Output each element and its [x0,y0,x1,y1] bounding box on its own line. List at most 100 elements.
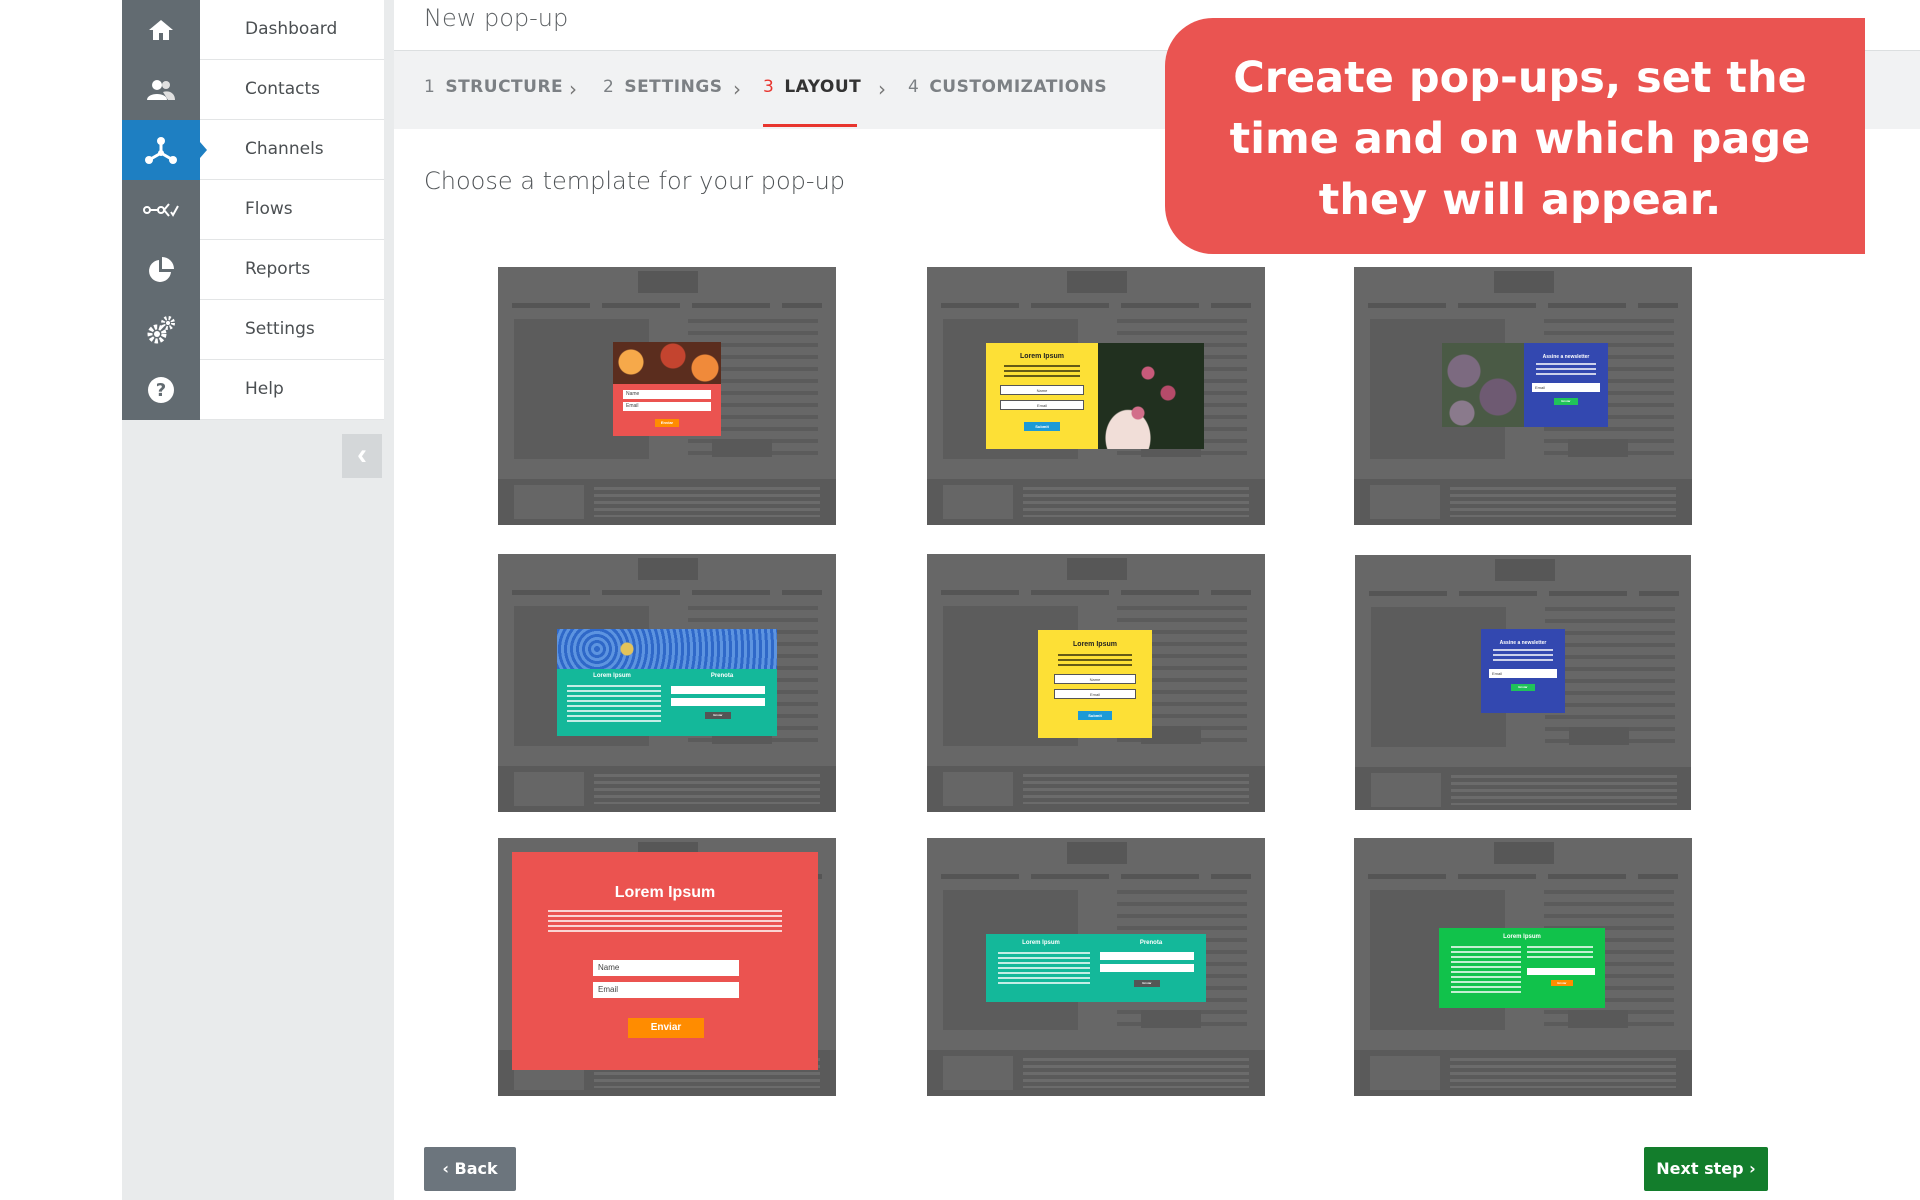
submit-button: Submit [1078,711,1112,720]
submit-button: Enviar [705,712,731,719]
popup-title: Lorem Ipsum [1073,641,1117,648]
submit-button: Enviar [628,1018,704,1038]
popup-preview: Lorem Ipsum Prenota Enviar [557,629,777,736]
sidebar-item-settings[interactable]: Settings [122,300,384,360]
sidebar-item-reports[interactable]: Reports [122,240,384,300]
email-field: Email [623,402,711,411]
mock-nav [1368,303,1678,308]
step-layout[interactable]: 3 LAYOUT [763,77,861,97]
popup-preview: Lorem Ipsum Enviar [1439,928,1605,1008]
input-field [671,698,765,706]
template-card-8[interactable]: Lorem Ipsum Prenota Enviar [927,838,1265,1096]
back-button[interactable]: ‹ Back [424,1147,516,1191]
sidebar-item-label: Dashboard [200,0,384,60]
reports-icon [122,240,200,300]
submit-button: Enviar [1134,980,1160,987]
sidebar-item-dashboard[interactable]: Dashboard [122,0,384,60]
mock-header [1067,271,1127,293]
template-card-9[interactable]: Lorem Ipsum Enviar [1354,838,1692,1096]
sidebar-item-help[interactable]: ? Help [122,360,384,420]
template-card-1[interactable]: Name Email Enviar [498,267,836,525]
mock-footer [498,766,836,812]
mock-header [1067,842,1127,864]
step-customizations[interactable]: 4 CUSTOMIZATIONS [908,77,1107,97]
chevron-right-icon: › [878,77,886,101]
template-card-5[interactable]: Lorem Ipsum Name Email Submit [927,554,1265,812]
name-field: Name [1054,674,1136,684]
step-number: 1 [424,77,436,97]
mock-header [638,271,698,293]
popup-title: Lorem Ipsum [1503,934,1541,940]
help-icon: ? [122,360,200,420]
mock-button [712,439,772,457]
email-field: Email [1489,669,1557,678]
next-step-button[interactable]: Next step › [1644,1147,1768,1191]
template-card-4[interactable]: Lorem Ipsum Prenota Enviar [498,554,836,812]
popup-text [998,952,1090,986]
sidebar-item-channels[interactable]: Channels [122,120,384,180]
section-subtitle: Choose a template for your pop-up [424,167,846,195]
svg-text:?: ? [156,380,166,401]
mock-footer [927,1050,1265,1096]
sidebar-item-contacts[interactable]: Contacts [122,60,384,120]
input-field [671,686,765,694]
popup-text [548,910,782,932]
mock-nav [1368,874,1678,879]
back-label: Back [454,1159,498,1178]
popup-text [1058,654,1132,666]
popup-title: Lorem Ipsum [614,884,716,901]
popup-preview: Assine a newsletter Email Enviar [1524,343,1608,427]
page-title: New pop-up [424,4,569,32]
active-step-indicator [763,124,857,127]
step-settings[interactable]: 2 SETTINGS [603,77,723,97]
popup-text [567,685,661,723]
submit-button: Enviar [1511,684,1535,691]
mock-nav [941,590,1251,595]
popup-subtitle: Prenota [710,673,734,679]
mock-header [1494,271,1554,293]
template-card-2[interactable]: Lorem Ipsum Name Email Submit [927,267,1265,525]
home-icon [122,0,200,60]
pool-image [557,629,777,669]
sidebar-item-flows[interactable]: Flows [122,180,384,240]
step-label: STRUCTURE [445,77,564,97]
popup-preview: Assine a newsletter Email Enviar [1481,629,1565,713]
collapse-sidebar-button[interactable]: ‹ [342,434,382,478]
submit-button: Enviar [1551,980,1573,986]
step-structure[interactable]: 1 STRUCTURE [424,77,563,97]
step-label: SETTINGS [624,77,723,97]
sidebar-item-label: Flows [200,180,384,240]
mock-footer [927,479,1265,525]
mock-button [1569,727,1629,745]
mock-footer [1355,767,1691,810]
chevron-right-icon: › [1743,1159,1756,1178]
mock-button [1568,439,1628,457]
template-card-7[interactable]: Lorem Ipsum Name Email Enviar [498,838,836,1096]
mock-button [1568,1010,1628,1028]
step-label: LAYOUT [784,77,862,97]
popup-preview: Name Email Enviar [613,342,721,436]
chevron-right-icon: › [733,77,741,101]
email-field: Email [1532,383,1600,392]
contacts-icon [122,60,200,120]
mock-footer [1354,479,1692,525]
mock-nav [512,590,822,595]
popup-text [1451,946,1521,994]
mock-nav [941,874,1251,879]
popup-preview: Lorem Ipsum Name Email Submit [986,343,1098,449]
sidebar-item-label: Settings [200,300,384,360]
mock-button [1141,1010,1201,1028]
template-card-3[interactable]: Assine a newsletter Email Enviar [1354,267,1692,525]
mock-nav [941,303,1251,308]
submit-button: Enviar [655,419,679,427]
chevron-right-icon: › [569,77,577,101]
template-card-6[interactable]: Assine a newsletter Email Enviar [1355,555,1691,810]
berries-image [1098,343,1204,449]
popup-text [1493,649,1553,663]
email-field: Email [1054,689,1136,699]
popup-text [1004,365,1080,377]
submit-button: Submit [1024,422,1060,431]
sidebar-item-label: Contacts [200,60,384,120]
input-field [1100,952,1194,960]
fruit-image [613,342,721,384]
